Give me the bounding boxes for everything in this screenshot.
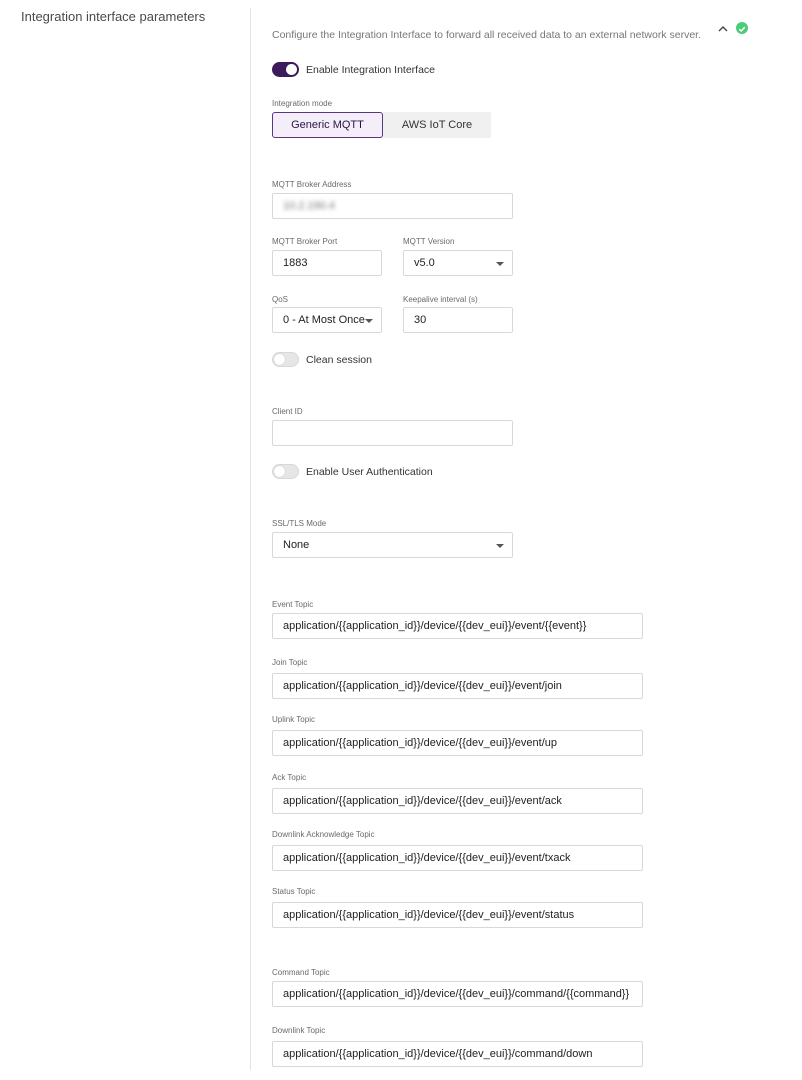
enable-integration-label: Enable Integration Interface — [306, 64, 436, 76]
ack-topic-input[interactable]: application/{{application_id}}/device/{{… — [272, 788, 643, 814]
section-title: Integration interface parameters — [21, 9, 206, 24]
enable-integration-toggle[interactable] — [272, 62, 299, 77]
mqtt-version-select[interactable]: v5.0 — [403, 250, 513, 276]
check-circle-icon — [736, 22, 748, 34]
ack-topic-label: Ack Topic — [272, 773, 307, 782]
command-topic-value: application/{{application_id}}/device/{{… — [283, 988, 630, 1000]
status-topic-value: application/{{application_id}}/device/{{… — [283, 909, 575, 921]
caret-down-icon — [496, 544, 504, 548]
mqtt-version-label: MQTT Version — [403, 237, 455, 246]
qos-label: QoS — [272, 295, 289, 304]
mode-generic-mqtt-button[interactable]: Generic MQTT — [272, 112, 383, 138]
broker-address-value: 10.2.190.4 — [283, 200, 335, 212]
downlink-topic-input[interactable]: application/{{application_id}}/device/{{… — [272, 1041, 643, 1067]
ack-topic-value: application/{{application_id}}/device/{{… — [283, 795, 562, 807]
ssl-mode-value: None — [283, 539, 310, 551]
event-topic-input[interactable]: application/{{application_id}}/device/{{… — [272, 613, 643, 639]
downlink-topic-value: application/{{application_id}}/device/{{… — [283, 1048, 593, 1060]
broker-port-label: MQTT Broker Port — [272, 237, 338, 246]
client-id-input[interactable] — [272, 420, 513, 446]
broker-port-input[interactable]: 1883 — [272, 250, 382, 276]
join-topic-input[interactable]: application/{{application_id}}/device/{{… — [272, 673, 643, 699]
command-topic-input[interactable]: application/{{application_id}}/device/{{… — [272, 981, 643, 1007]
command-topic-label: Command Topic — [272, 968, 330, 977]
downlink-ack-topic-value: application/{{application_id}}/device/{{… — [283, 852, 571, 864]
join-topic-value: application/{{application_id}}/device/{{… — [283, 680, 562, 692]
mqtt-version-value: v5.0 — [414, 257, 435, 269]
join-topic-label: Join Topic — [272, 658, 308, 667]
keepalive-input[interactable]: 30 — [403, 307, 513, 333]
clean-session-toggle[interactable] — [272, 352, 299, 367]
broker-address-input[interactable]: 10.2.190.4 — [272, 193, 513, 219]
user-auth-label: Enable User Authentication — [306, 466, 433, 478]
qos-select[interactable]: 0 - At Most Once — [272, 307, 382, 333]
event-topic-label: Event Topic — [272, 600, 314, 609]
status-topic-input[interactable]: application/{{application_id}}/device/{{… — [272, 902, 643, 928]
clean-session-label: Clean session — [306, 354, 372, 366]
event-topic-value: application/{{application_id}}/device/{{… — [283, 620, 587, 632]
keepalive-label: Keepalive interval (s) — [403, 295, 478, 304]
caret-down-icon — [365, 319, 373, 323]
downlink-topic-label: Downlink Topic — [272, 1026, 326, 1035]
qos-value: 0 - At Most Once — [283, 314, 365, 326]
ssl-mode-select[interactable]: None — [272, 532, 513, 558]
broker-address-label: MQTT Broker Address — [272, 180, 352, 189]
downlink-ack-topic-label: Downlink Acknowledge Topic — [272, 830, 375, 839]
status-topic-label: Status Topic — [272, 887, 316, 896]
keepalive-value: 30 — [414, 314, 427, 326]
chevron-up-icon[interactable] — [716, 22, 730, 36]
integration-mode-label: Integration mode — [272, 99, 333, 108]
caret-down-icon — [496, 262, 504, 266]
mode-aws-iot-core-button[interactable]: AWS IoT Core — [383, 112, 491, 138]
ssl-mode-label: SSL/TLS Mode — [272, 519, 327, 528]
user-auth-toggle[interactable] — [272, 464, 299, 479]
downlink-ack-topic-input[interactable]: application/{{application_id}}/device/{{… — [272, 845, 643, 871]
section-description: Configure the Integration Interface to f… — [272, 29, 701, 41]
uplink-topic-label: Uplink Topic — [272, 715, 315, 724]
uplink-topic-value: application/{{application_id}}/device/{{… — [283, 737, 558, 749]
uplink-topic-input[interactable]: application/{{application_id}}/device/{{… — [272, 730, 643, 756]
broker-port-value: 1883 — [283, 257, 308, 269]
vertical-divider — [250, 8, 251, 1070]
client-id-label: Client ID — [272, 407, 303, 416]
